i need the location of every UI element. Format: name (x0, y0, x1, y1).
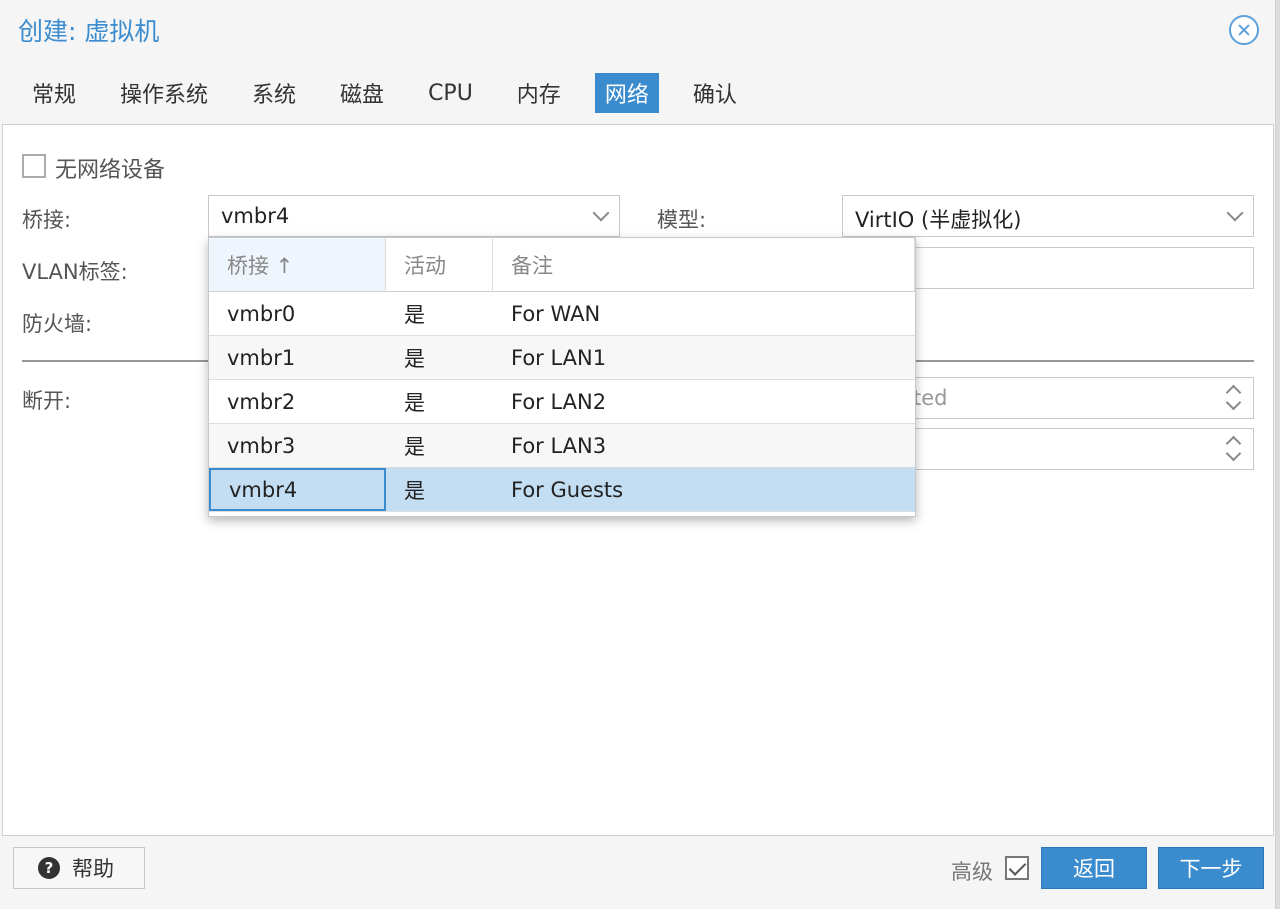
tab-system[interactable]: 系统 (242, 73, 306, 113)
model-select[interactable]: VirtIO (半虚拟化) (842, 195, 1254, 237)
table-row-selected[interactable]: vmbr4 是 For Guests (209, 468, 915, 512)
tab-network[interactable]: 网络 (594, 73, 659, 113)
tab-cpu[interactable]: CPU (418, 73, 483, 113)
cell-active: 是 (404, 302, 425, 327)
help-label: 帮助 (72, 857, 114, 881)
no-network-checkbox[interactable] (22, 154, 46, 178)
cell-active: 是 (404, 478, 425, 503)
bridge-select[interactable]: vmbr4 (208, 195, 620, 237)
column-header-comment[interactable]: 备注 (493, 238, 915, 291)
bridge-dropdown-grid: 桥接 ↑ 活动 备注 vmbr0 是 For WAN vmbr1 是 For L… (208, 237, 916, 517)
cell-comment: For LAN2 (511, 389, 607, 414)
cell-active: 是 (404, 346, 425, 371)
spinner-icon[interactable] (1225, 383, 1239, 413)
advanced-label: 高级 (951, 860, 993, 884)
vlan-label: VLAN标签: (22, 260, 128, 284)
tab-general[interactable]: 常规 (22, 73, 86, 113)
cell-bridge: vmbr1 (227, 345, 296, 370)
tab-confirm[interactable]: 确认 (683, 73, 747, 113)
chevron-down-icon[interactable] (592, 204, 610, 222)
chevron-down-icon[interactable] (1226, 204, 1244, 222)
advanced-checkbox[interactable] (1005, 856, 1029, 880)
wizard-tabs: 常规 操作系统 系统 磁盘 CPU 内存 网络 确认 (22, 72, 771, 114)
bridge-select-value: vmbr4 (221, 204, 290, 228)
model-select-value: VirtIO (半虚拟化) (855, 208, 1022, 232)
model-label: 模型: (657, 208, 707, 232)
cell-bridge: vmbr2 (227, 389, 296, 414)
disconnect-label: 断开: (22, 389, 72, 413)
question-icon: ? (38, 857, 60, 879)
cell-bridge: vmbr4 (209, 468, 386, 511)
table-row[interactable]: vmbr0 是 For WAN (209, 292, 915, 336)
rate-limit-placeholder: ted (913, 386, 948, 410)
window-edge (1276, 0, 1280, 909)
column-header-active[interactable]: 活动 (386, 238, 493, 291)
tab-os[interactable]: 操作系统 (110, 73, 218, 113)
no-network-label: 无网络设备 (55, 158, 166, 183)
firewall-label: 防火墙: (22, 312, 93, 336)
table-row[interactable]: vmbr1 是 For LAN1 (209, 336, 915, 380)
cell-comment: For LAN3 (511, 433, 607, 458)
cell-active: 是 (404, 390, 425, 415)
grid-header: 桥接 ↑ 活动 备注 (209, 238, 915, 292)
cell-bridge: vmbr0 (227, 301, 296, 326)
back-button[interactable]: 返回 (1041, 847, 1147, 889)
column-header-bridge[interactable]: 桥接 ↑ (209, 238, 386, 291)
vm-create-dialog: 创建: 虚拟机 常规 操作系统 系统 磁盘 CPU 内存 网络 确认 无网络设备… (0, 0, 1276, 909)
cell-comment: For Guests (511, 477, 624, 502)
dialog-title: 创建: 虚拟机 (18, 17, 160, 46)
spinner-icon[interactable] (1225, 434, 1239, 464)
help-button[interactable]: ? 帮助 (13, 847, 145, 889)
table-row[interactable]: vmbr3 是 For LAN3 (209, 424, 915, 468)
cell-bridge: vmbr3 (227, 433, 296, 458)
cell-active: 是 (404, 434, 425, 459)
next-button[interactable]: 下一步 (1158, 847, 1264, 889)
bridge-label: 桥接: (22, 208, 72, 232)
table-row[interactable]: vmbr2 是 For LAN2 (209, 380, 915, 424)
cell-comment: For LAN1 (511, 345, 607, 370)
tab-memory[interactable]: 内存 (507, 73, 571, 113)
tab-disk[interactable]: 磁盘 (330, 73, 394, 113)
close-icon[interactable] (1229, 15, 1259, 45)
cell-comment: For WAN (511, 301, 601, 326)
